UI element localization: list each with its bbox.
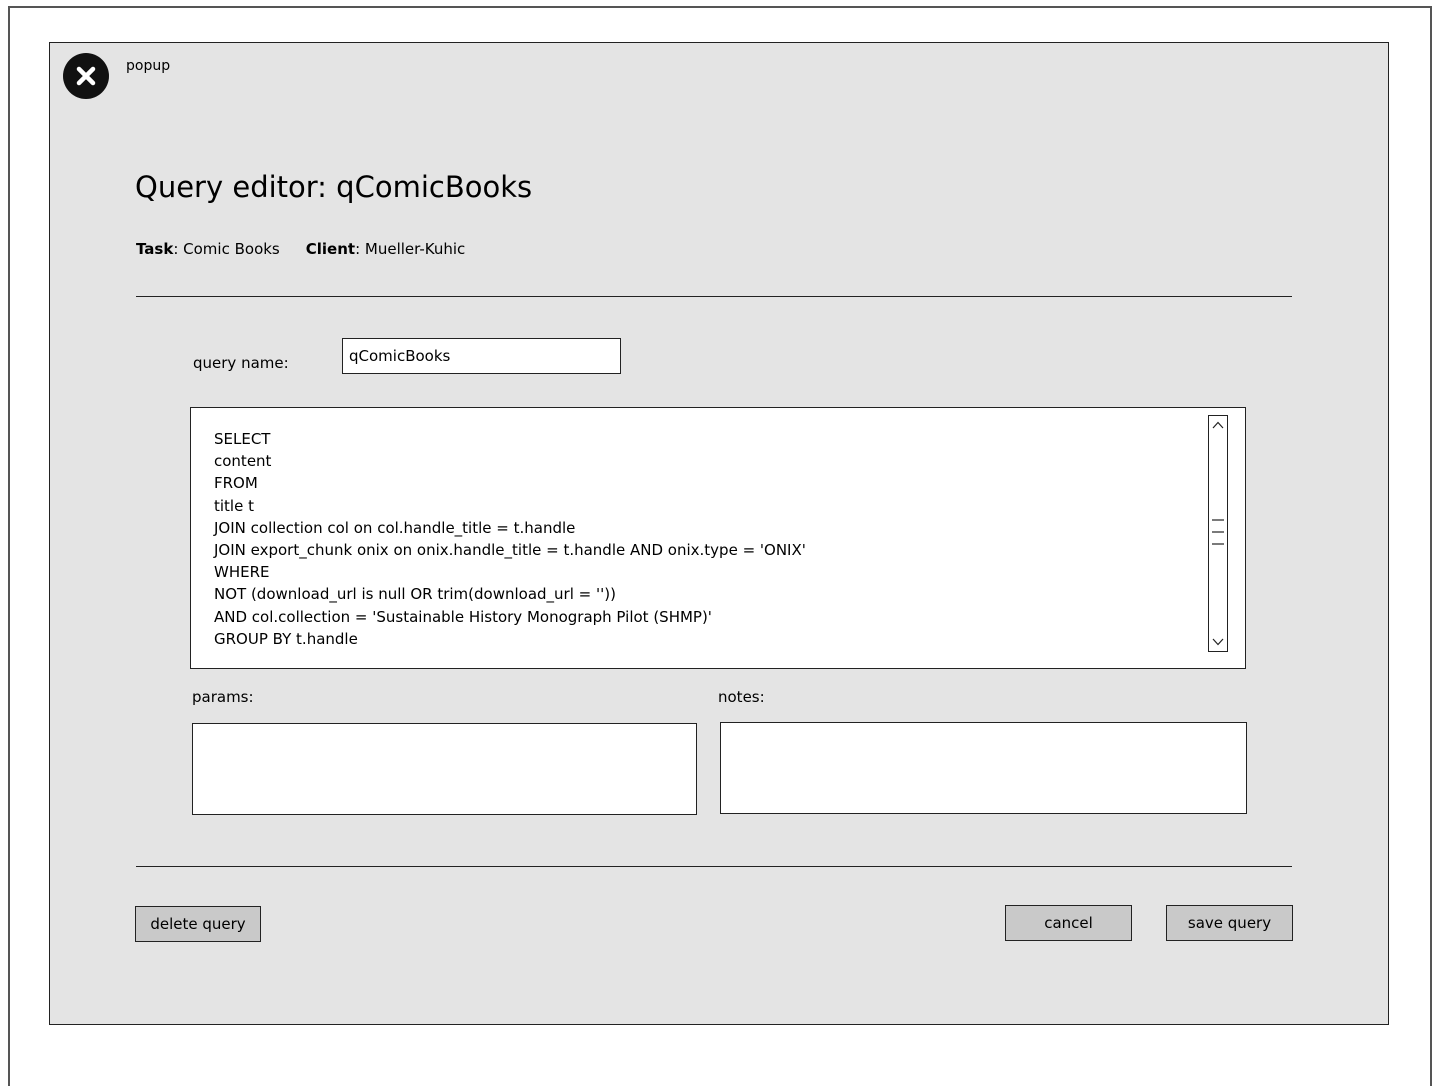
sql-line: GROUP BY t.handle <box>214 629 358 648</box>
bottom-divider <box>136 866 1292 867</box>
notes-field[interactable] <box>720 722 1247 814</box>
client-label: Client <box>305 240 356 258</box>
top-divider <box>136 296 1292 297</box>
sql-line: title t <box>214 496 254 515</box>
scroll-thumb[interactable] <box>1211 516 1225 548</box>
close-button[interactable] <box>63 53 109 99</box>
task-value: Comic Books <box>183 240 280 258</box>
popup-label: popup <box>126 58 171 74</box>
sql-line: WHERE <box>214 563 270 582</box>
client-value: Mueller-Kuhic <box>364 240 466 258</box>
close-icon <box>76 66 96 86</box>
sql-code[interactable]: SELECT content FROM title t JOIN collection … <box>214 428 806 650</box>
chevron-up-icon <box>1212 421 1224 429</box>
notes-label: notes: <box>718 688 765 706</box>
query-name-label: query name: <box>193 354 289 372</box>
scroll-down-button[interactable] <box>1209 634 1227 650</box>
client-info: Client: Mueller-Kuhic <box>305 240 466 258</box>
sql-line: content <box>214 452 272 471</box>
params-field[interactable] <box>192 723 697 815</box>
sql-line: FROM <box>214 474 258 493</box>
sql-line: NOT (download_url is null OR trim(downlo… <box>214 585 616 604</box>
task-client-info: Task: Comic Books Client: Mueller-Kuhic <box>136 240 465 258</box>
sql-line: AND col.collection = 'Sustainable Histor… <box>214 607 712 626</box>
params-label: params: <box>192 688 254 706</box>
page-title: Query editor: qComicBooks <box>135 170 533 204</box>
sql-line: JOIN collection col on col.handle_title … <box>214 518 576 537</box>
sql-editor[interactable]: SELECT content FROM title t JOIN collection … <box>190 407 1246 669</box>
chevron-down-icon <box>1212 638 1224 646</box>
scroll-up-button[interactable] <box>1209 417 1227 433</box>
save-query-button[interactable]: save query <box>1166 905 1293 941</box>
delete-query-button[interactable]: delete query <box>135 906 261 942</box>
page: popup Query editor: qComicBooks Task: Co… <box>0 0 1440 1086</box>
task-info: Task: Comic Books <box>136 240 280 258</box>
sql-line: JOIN export_chunk onix on onix.handle_ti… <box>214 541 806 560</box>
cancel-button[interactable]: cancel <box>1005 905 1132 941</box>
query-name-input[interactable] <box>342 338 621 374</box>
sql-line: SELECT <box>214 430 271 448</box>
sql-scrollbar[interactable] <box>1208 415 1228 652</box>
scroll-thumb-grip-icon <box>1212 519 1224 545</box>
task-label: Task <box>136 240 174 258</box>
